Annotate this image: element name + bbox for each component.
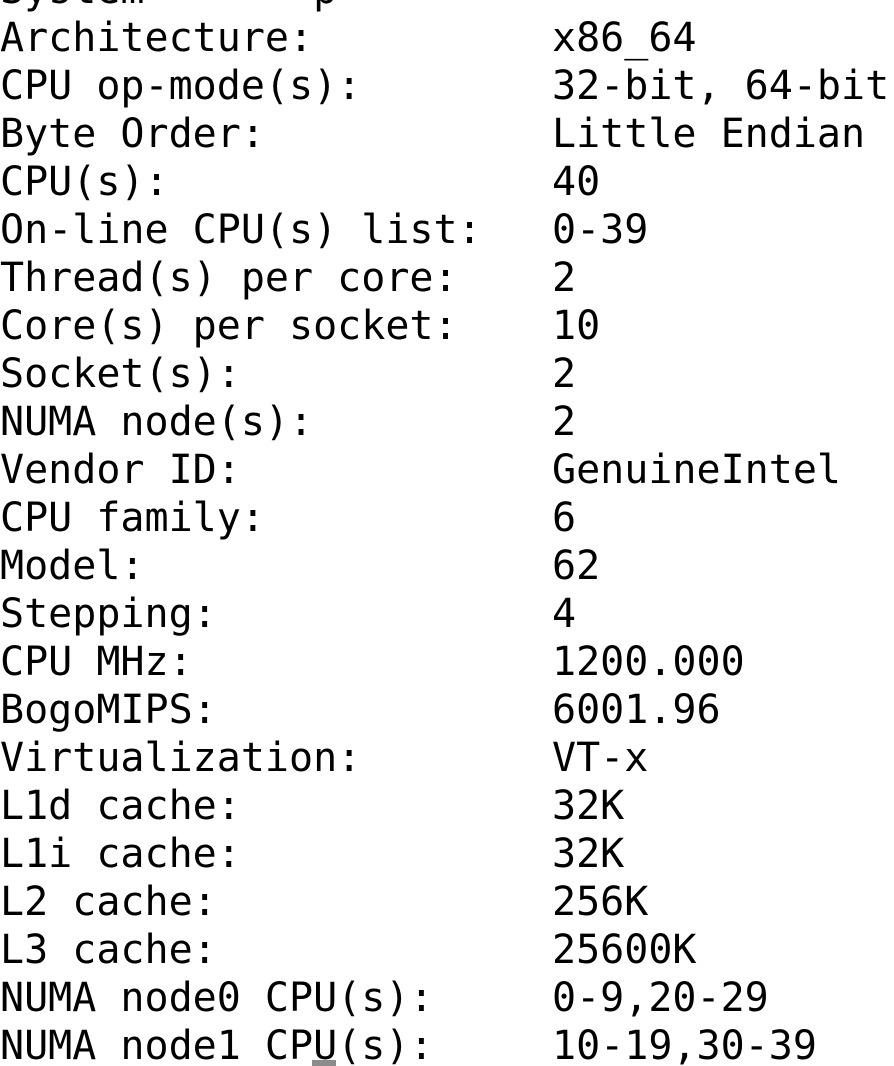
terminal-partial-line: System p xyxy=(0,0,337,14)
row-label: L1d cache: xyxy=(0,783,241,829)
lscpu-row-cores-per-socket: Core(s) per socket: 10 xyxy=(0,302,600,350)
row-value: 62 xyxy=(552,543,601,589)
row-value: 10 xyxy=(552,303,601,349)
lscpu-row-l2-cache: L2 cache: 256K xyxy=(0,878,648,926)
lscpu-row-virtualization: Virtualization: VT-x xyxy=(0,734,648,782)
row-value: 2 xyxy=(552,255,577,301)
lscpu-row-sockets: Socket(s): 2 xyxy=(0,350,576,398)
row-label: CPU family: xyxy=(0,495,265,541)
row-label: NUMA node1 CPU(s): xyxy=(0,1023,434,1066)
lscpu-row-architecture: Architecture: x86_64 xyxy=(0,14,697,62)
lscpu-row-threads-per-core: Thread(s) per core: 2 xyxy=(0,254,576,302)
row-value: 25600K xyxy=(552,927,697,973)
partial-line-text: System p xyxy=(0,0,337,14)
row-value: 4 xyxy=(552,591,577,637)
row-value: Little Endian xyxy=(552,111,866,157)
row-label: On-line CPU(s) list: xyxy=(0,207,482,253)
row-value: 32K xyxy=(552,831,625,877)
row-value: VT-x xyxy=(552,735,649,781)
lscpu-row-stepping: Stepping: 4 xyxy=(0,590,576,638)
lscpu-row-numa-node0-cpus: NUMA node0 CPU(s): 0-9,20-29 xyxy=(0,974,769,1022)
terminal-output: System p Architecture: x86_64 CPU op-mod… xyxy=(0,0,894,1066)
row-label: Model: xyxy=(0,543,145,589)
row-label: Architecture: xyxy=(0,15,314,61)
row-value: 2 xyxy=(552,351,577,397)
row-label: NUMA node(s): xyxy=(0,399,314,445)
row-label: Stepping: xyxy=(0,591,217,637)
lscpu-row-l3-cache: L3 cache: 25600K xyxy=(0,926,697,974)
row-label: Virtualization: xyxy=(0,735,362,781)
lscpu-row-numa-node1-cpus: NUMA node1 CPU(s): 10-19,30-39 xyxy=(0,1022,817,1066)
row-label: NUMA node0 CPU(s): xyxy=(0,975,434,1021)
row-value: 10-19,30-39 xyxy=(552,1023,817,1066)
lscpu-row-cpu-mhz: CPU MHz: 1200.000 xyxy=(0,638,745,686)
row-value: 2 xyxy=(552,399,577,445)
row-label: L3 cache: xyxy=(0,927,217,973)
lscpu-row-cpus: CPU(s): 40 xyxy=(0,158,600,206)
text-cursor-icon xyxy=(312,1060,336,1066)
lscpu-row-bogomips: BogoMIPS: 6001.96 xyxy=(0,686,721,734)
row-value: GenuineIntel xyxy=(552,447,841,493)
row-label: CPU MHz: xyxy=(0,639,193,685)
lscpu-row-model: Model: 62 xyxy=(0,542,600,590)
row-value: 32K xyxy=(552,783,625,829)
row-value: 0-39 xyxy=(552,207,649,253)
row-value: 32-bit, 64-bit xyxy=(552,63,890,109)
row-label: BogoMIPS: xyxy=(0,687,217,733)
row-value: 0-9,20-29 xyxy=(552,975,769,1021)
lscpu-row-l1i-cache: L1i cache: 32K xyxy=(0,830,624,878)
row-label: CPU(s): xyxy=(0,159,169,205)
row-value: 1200.000 xyxy=(552,639,745,685)
row-value: 6001.96 xyxy=(552,687,721,733)
row-value: 6 xyxy=(552,495,577,541)
lscpu-row-byte-order: Byte Order: Little Endian xyxy=(0,110,865,158)
row-label: Byte Order: xyxy=(0,111,265,157)
row-value: x86_64 xyxy=(552,15,697,61)
row-label: Vendor ID: xyxy=(0,447,241,493)
row-label: CPU op-mode(s): xyxy=(0,63,362,109)
row-label: Thread(s) per core: xyxy=(0,255,458,301)
row-value: 256K xyxy=(552,879,649,925)
row-label: Core(s) per socket: xyxy=(0,303,458,349)
lscpu-row-numa-nodes: NUMA node(s): 2 xyxy=(0,398,576,446)
row-value: 40 xyxy=(552,159,601,205)
lscpu-row-l1d-cache: L1d cache: 32K xyxy=(0,782,624,830)
row-label: L1i cache: xyxy=(0,831,241,877)
lscpu-row-cpu-family: CPU family: 6 xyxy=(0,494,576,542)
row-label: Socket(s): xyxy=(0,351,241,397)
row-label: L2 cache: xyxy=(0,879,217,925)
lscpu-row-cpu-op-modes: CPU op-mode(s): 32-bit, 64-bit xyxy=(0,62,889,110)
lscpu-row-vendor-id: Vendor ID: GenuineIntel xyxy=(0,446,841,494)
lscpu-row-online-cpu-list: On-line CPU(s) list: 0-39 xyxy=(0,206,648,254)
